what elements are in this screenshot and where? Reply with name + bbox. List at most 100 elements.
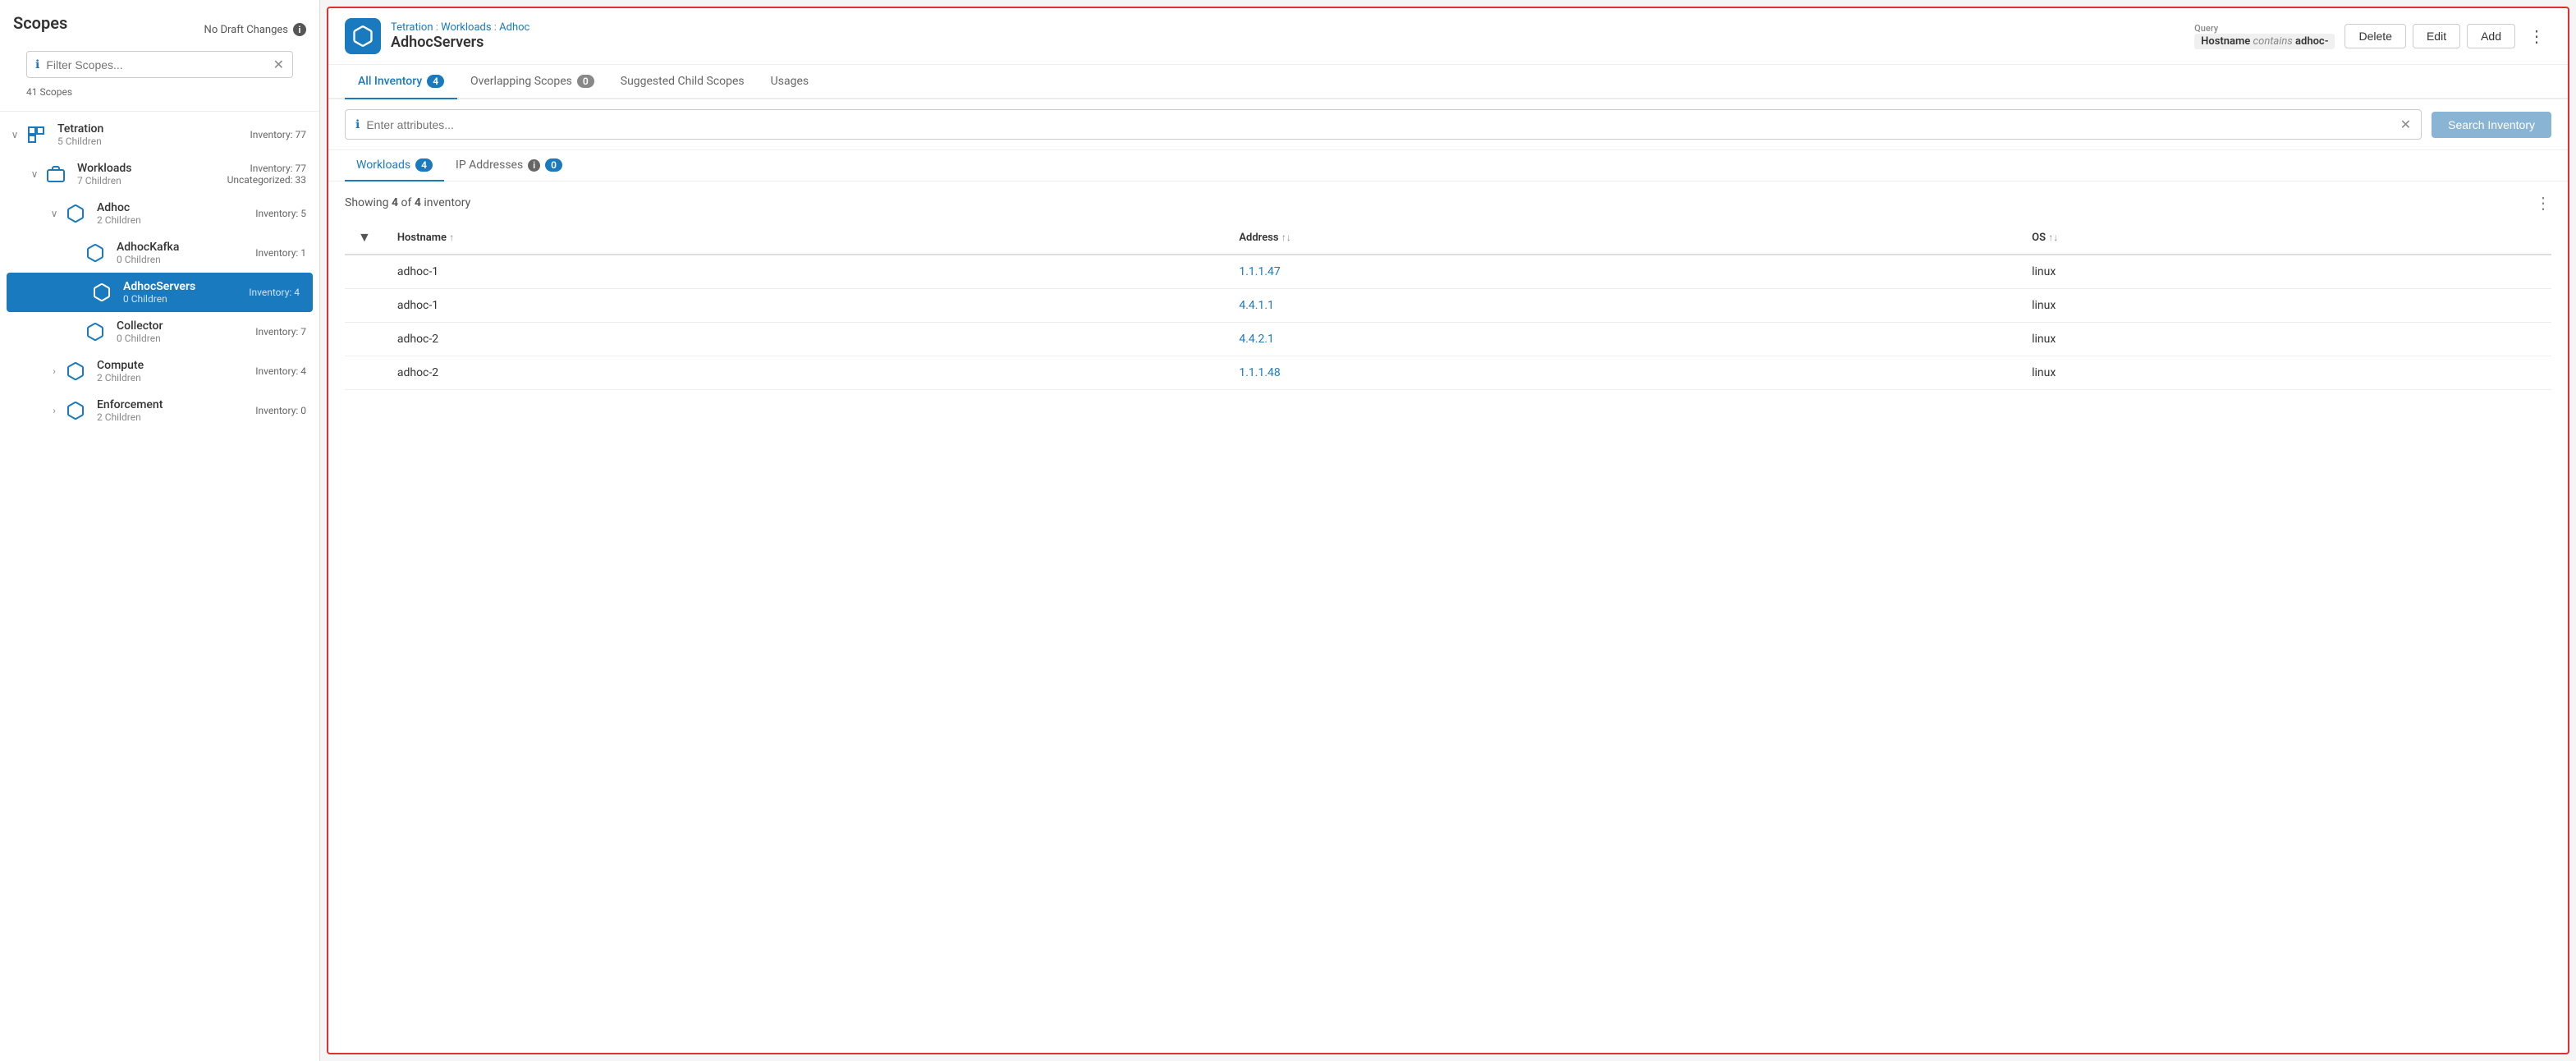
collapse-enforcement[interactable]: ›: [46, 405, 62, 416]
col-hostname-label: Hostname: [397, 232, 449, 244]
breadcrumb-adhoc[interactable]: Adhoc: [499, 21, 529, 34]
sidebar-item-adhocservers[interactable]: › AdhocServers 0 Children Inventory: 4: [7, 273, 313, 312]
tab-suggested-child-scopes[interactable]: Suggested Child Scopes: [607, 65, 758, 99]
search-input[interactable]: [366, 118, 2393, 131]
row1-address[interactable]: 1.1.1.47: [1226, 255, 2019, 289]
panel-actions: Delete Edit Add ⋮: [2345, 23, 2551, 50]
collapse-adhoc[interactable]: ∨: [46, 208, 62, 219]
sidebar-item-collector[interactable]: › Collector 0 Children Inventory: 7: [0, 312, 319, 351]
col-os[interactable]: OS ↑↓: [2019, 221, 2551, 255]
sidebar-item-adhoc[interactable]: ∨ Adhoc 2 Children Inventory: 5: [0, 194, 319, 233]
query-label: Query: [2194, 23, 2335, 34]
collapse-tetration[interactable]: ∨: [7, 129, 23, 140]
filter-icon[interactable]: ▼: [358, 229, 371, 245]
tab-overlapping-scopes[interactable]: Overlapping Scopes 0: [457, 65, 607, 99]
more-actions-button[interactable]: ⋮: [2522, 23, 2551, 50]
row4-address[interactable]: 1.1.1.48: [1226, 356, 2019, 390]
col-address-label: Address: [1239, 232, 1281, 244]
sidebar-item-adhockafka[interactable]: › AdhocKafka 0 Children Inventory: 1: [0, 233, 319, 273]
adhocservers-name: AdhocServers: [123, 280, 249, 293]
query-op: contains: [2253, 35, 2295, 48]
add-button[interactable]: Add: [2467, 24, 2515, 48]
table-more-button[interactable]: ⋮: [2535, 193, 2551, 213]
collector-children: 0 Children: [117, 333, 255, 344]
sidebar-item-workloads[interactable]: ∨ Workloads 7 Children Inventory: 77 Unc…: [0, 154, 319, 194]
draft-badge: No Draft Changes i: [204, 23, 306, 36]
sub-tab-ip-addresses-badge: 0: [545, 158, 562, 172]
compute-info: Compute 2 Children: [97, 359, 255, 384]
search-clear-button[interactable]: ✕: [2400, 117, 2411, 132]
collector-name: Collector: [117, 319, 255, 333]
tab-all-inventory[interactable]: All Inventory 4: [345, 65, 457, 99]
filter-bar[interactable]: ℹ ✕: [26, 51, 293, 78]
tetration-name: Tetration: [57, 122, 250, 135]
workloads-inventory: Inventory: 77 Uncategorized: 33: [227, 163, 306, 186]
sub-tab-ip-addresses[interactable]: IP Addresses i 0: [444, 150, 574, 181]
search-info-icon: ℹ: [355, 118, 360, 131]
search-inventory-button[interactable]: Search Inventory: [2432, 112, 2551, 138]
tab-suggested-child-scopes-label: Suggested Child Scopes: [621, 75, 745, 88]
tab-overlapping-scopes-label: Overlapping Scopes: [470, 75, 572, 88]
edit-button[interactable]: Edit: [2413, 24, 2460, 48]
enforcement-children: 2 Children: [97, 411, 255, 423]
row4-filter: [345, 356, 384, 390]
tetration-icon: [23, 122, 49, 148]
adhockafka-children: 0 Children: [117, 254, 255, 265]
adhoc-inventory: Inventory: 5: [255, 208, 306, 219]
query-value: Hostname contains adhoc-: [2194, 34, 2335, 49]
collector-icon: [82, 319, 108, 345]
query-hostname-label: Hostname: [2201, 35, 2250, 48]
sub-tab-workloads-badge: 4: [415, 158, 433, 172]
row2-hostname: adhoc-1: [384, 289, 1226, 323]
query-box: Query Hostname contains adhoc-: [2194, 23, 2335, 49]
row2-address[interactable]: 4.4.1.1: [1226, 289, 2019, 323]
workloads-name: Workloads: [77, 162, 227, 175]
sidebar-item-enforcement[interactable]: › Enforcement 2 Children Inventory: 0: [0, 391, 319, 430]
col-filter: ▼: [345, 221, 384, 255]
address-sort-icon: ↑↓: [1281, 232, 1291, 243]
sub-tab-workloads-label: Workloads: [356, 158, 410, 172]
filter-input[interactable]: [46, 58, 266, 71]
sub-tab-workloads[interactable]: Workloads 4: [345, 150, 444, 181]
sidebar-title: Scopes: [13, 13, 67, 33]
tab-usages-label: Usages: [771, 75, 809, 88]
col-os-label: OS: [2032, 232, 2048, 244]
delete-button[interactable]: Delete: [2345, 24, 2405, 48]
tab-all-inventory-label: All Inventory: [358, 75, 422, 88]
col-address[interactable]: Address ↑↓: [1226, 221, 2019, 255]
sub-tab-ip-addresses-info-icon: i: [528, 159, 540, 172]
adhocservers-icon: [89, 279, 115, 305]
search-bar: ℹ ✕ Search Inventory: [328, 99, 2568, 150]
compute-name: Compute: [97, 359, 255, 372]
compute-inventory: Inventory: 4: [255, 365, 306, 377]
collapse-compute[interactable]: ›: [46, 365, 62, 377]
sub-tab-ip-addresses-label: IP Addresses: [456, 158, 523, 172]
adhocservers-inventory: Inventory: 4: [249, 287, 300, 298]
col-hostname[interactable]: Hostname ↑: [384, 221, 1226, 255]
row3-address[interactable]: 4.4.2.1: [1226, 323, 2019, 356]
enforcement-icon: [62, 397, 89, 424]
scope-count: 41 Scopes: [13, 86, 306, 104]
tab-usages[interactable]: Usages: [758, 65, 822, 99]
compute-children: 2 Children: [97, 372, 255, 384]
tab-overlapping-scopes-badge: 0: [577, 75, 594, 88]
inventory-table: ▼ Hostname ↑ Address ↑↓ OS ↑↓: [345, 221, 2551, 390]
workloads-info: Workloads 7 Children: [77, 162, 227, 186]
inventory-table-wrap: Showing 4 of 4 inventory ⋮ ▼ Hostname ↑: [328, 181, 2568, 1053]
panel-title: AdhocServers: [391, 34, 2171, 51]
tetration-info: Tetration 5 Children: [57, 122, 250, 147]
adhoc-children: 2 Children: [97, 214, 255, 226]
table-header-row: ▼ Hostname ↑ Address ↑↓ OS ↑↓: [345, 221, 2551, 255]
table-row: adhoc-2 4.4.2.1 linux: [345, 323, 2551, 356]
collapse-workloads[interactable]: ∨: [26, 168, 43, 180]
breadcrumb-workloads[interactable]: Workloads: [441, 21, 491, 34]
sidebar: Scopes No Draft Changes i ℹ ✕ 41 Scopes …: [0, 0, 320, 1061]
sidebar-item-tetration[interactable]: ∨ Tetration 5 Children Inventory: 77: [0, 115, 319, 154]
breadcrumb-tetration[interactable]: Tetration: [391, 21, 433, 34]
panel-header: Tetration : Workloads : Adhoc AdhocServe…: [328, 8, 2568, 65]
filter-clear-button[interactable]: ✕: [273, 57, 284, 72]
sidebar-item-compute[interactable]: › Compute 2 Children Inventory: 4: [0, 351, 319, 391]
row1-filter: [345, 255, 384, 289]
os-sort-icon: ↑↓: [2048, 232, 2058, 243]
collector-info: Collector 0 Children: [117, 319, 255, 344]
